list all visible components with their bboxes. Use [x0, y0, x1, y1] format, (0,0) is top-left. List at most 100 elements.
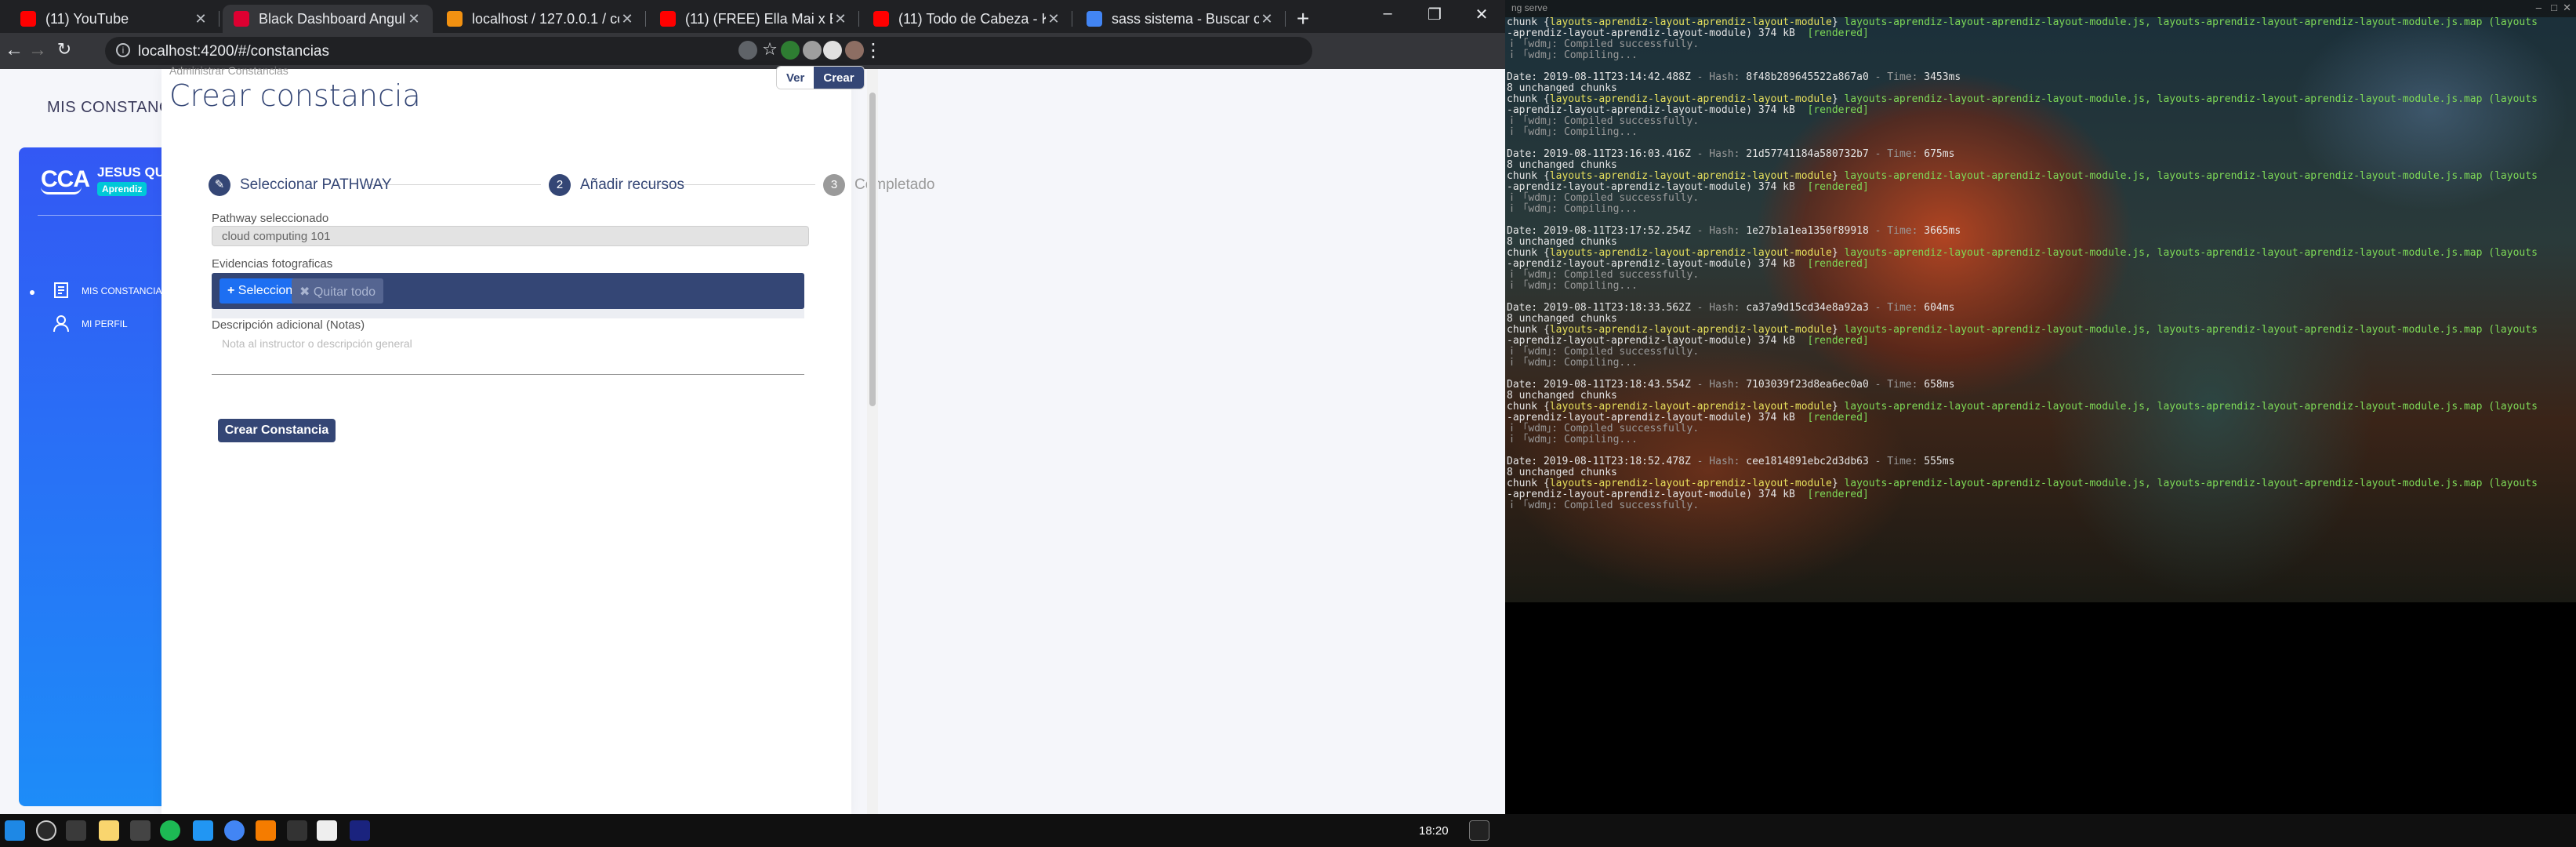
extension-icon[interactable]	[803, 41, 822, 60]
taskbar: 18:20	[0, 814, 2576, 847]
terminal-line: ｉ ｢wdm｣: Compiled successfully.	[1507, 346, 1700, 358]
page-scrollbar[interactable]	[867, 69, 878, 814]
clock[interactable]: 18:20	[1419, 824, 1449, 838]
google-icon	[1087, 11, 1102, 27]
close-tab-icon[interactable]: ✕	[833, 11, 848, 27]
tab-title: (11) Todo de Cabeza - Kaleth M	[898, 10, 1046, 27]
address-bar[interactable]: i localhost:4200/#/constancias	[105, 37, 1312, 65]
spotify-icon[interactable]	[160, 820, 180, 841]
terminal-output[interactable]: chunk {layouts-aprendiz-layout-aprendiz-…	[1507, 17, 2565, 511]
file-list	[212, 309, 804, 318]
terminal-line: Date: 2019-08-11T23:18:52.478Z - Hash: c…	[1507, 456, 1955, 467]
view-toggle: Ver Crear	[776, 66, 865, 89]
tab-title: localhost / 127.0.0.1 / cca_sc	[472, 10, 619, 27]
terminal-line: ｉ ｢wdm｣: Compiled successfully.	[1507, 192, 1700, 204]
terminal-line: chunk {layouts-aprendiz-layout-aprendiz-…	[1507, 401, 2538, 413]
restore-button[interactable]: ❐	[1411, 5, 1458, 24]
close-tab-icon[interactable]: ✕	[193, 11, 209, 27]
extension-icon[interactable]	[781, 41, 800, 60]
tab-2[interactable]: localhost / 127.0.0.1 / cca_sc✕	[436, 5, 646, 33]
step-anadir-recursos[interactable]: 2 Añadir recursos	[549, 174, 684, 196]
page-title: Crear constancia	[169, 78, 421, 113]
menu-kebab-icon[interactable]: ⋮	[862, 39, 884, 62]
ver-button[interactable]: Ver	[777, 67, 815, 89]
profile-avatar[interactable]	[845, 41, 864, 60]
back-button[interactable]: ←	[3, 39, 25, 61]
extension-icon[interactable]	[823, 41, 842, 60]
step-label: Añadir recursos	[580, 176, 685, 193]
terminal-line: Date: 2019-08-11T23:18:43.554Z - Hash: 7…	[1507, 379, 1955, 391]
scrollbar-thumb[interactable]	[869, 93, 876, 406]
notepad-icon[interactable]	[317, 820, 337, 841]
windows-start-icon[interactable]	[5, 820, 25, 841]
evidence-label: Evidencias fotograficas	[212, 257, 333, 271]
tab-1[interactable]: Black Dashboard Angular by Cr✕	[223, 5, 433, 33]
terminal-line: 8 unchanged chunks	[1507, 390, 1617, 402]
minimize-button[interactable]: –	[2536, 2, 2542, 13]
forward-button[interactable]: →	[27, 39, 49, 61]
terminal-window: ng serve – □ ✕ chunk {layouts-aprendiz-l…	[1505, 0, 2576, 602]
tab-separator	[645, 11, 646, 27]
close-tab-icon[interactable]: ✕	[406, 11, 422, 27]
terminal-titlebar: ng serve – □ ✕	[1505, 0, 2576, 17]
translate-icon[interactable]	[738, 41, 757, 60]
tab-4[interactable]: (11) Todo de Cabeza - Kaleth M✕	[862, 5, 1072, 33]
terminal-line: chunk {layouts-aprendiz-layout-aprendiz-…	[1507, 478, 2538, 489]
task-view-icon[interactable]	[66, 820, 86, 841]
terminal-line: 8 unchanged chunks	[1507, 159, 1617, 171]
terminal-line: ｉ ｢wdm｣: Compiled successfully.	[1507, 423, 1700, 434]
close-button[interactable]: ✕	[2563, 2, 2571, 14]
terminal-scrollbar[interactable]	[2565, 17, 2573, 602]
minimize-button[interactable]: –	[1364, 5, 1411, 23]
clear-all-button[interactable]: ✖ Quitar todo	[292, 278, 384, 304]
breadcrumb[interactable]: Administrar Constancias	[169, 64, 288, 77]
crear-button[interactable]: Crear	[814, 67, 864, 89]
plus-icon: +	[227, 284, 235, 297]
cca-logo: CCA	[41, 166, 90, 194]
terminal-line: 8 unchanged chunks	[1507, 82, 1617, 94]
close-tab-icon[interactable]: ✕	[1046, 11, 1061, 27]
step-seleccionar-pathway[interactable]: ✎ Seleccionar PATHWAY	[209, 174, 392, 196]
terminal-line: ｉ ｢wdm｣: Compiled successfully.	[1507, 115, 1700, 127]
terminal-icon[interactable]	[287, 820, 307, 841]
search-icon[interactable]	[36, 820, 56, 841]
tab-title: (11) YouTube	[45, 10, 129, 27]
tab-0[interactable]: (11) YouTube ✕	[9, 5, 220, 33]
terminal-line: -aprendiz-layout-aprendiz-layout-module)…	[1507, 489, 1869, 500]
bookmark-star-icon[interactable]: ☆	[759, 39, 781, 60]
terminal-line: -aprendiz-layout-aprendiz-layout-module)…	[1507, 27, 1869, 39]
store-icon[interactable]	[130, 820, 151, 841]
chrome-icon[interactable]	[224, 820, 245, 841]
browser-window: (11) YouTube✕Black Dashboard Angular by …	[0, 0, 1505, 814]
crear-constancia-button[interactable]: Crear Constancia	[218, 419, 336, 442]
terminal-line: -aprendiz-layout-aprendiz-layout-module)…	[1507, 258, 1869, 270]
close-tab-icon[interactable]: ✕	[619, 11, 635, 27]
tab-3[interactable]: (11) (FREE) Ella Mai x Bryson T✕	[649, 5, 859, 33]
notifications-icon[interactable]	[1469, 820, 1489, 841]
file-explorer-icon[interactable]	[99, 820, 119, 841]
terminal-line: chunk {layouts-aprendiz-layout-aprendiz-…	[1507, 324, 2538, 336]
url-text: localhost:4200/#/constancias	[138, 43, 329, 60]
xampp-icon[interactable]	[256, 820, 276, 841]
tab-title: sass sistema - Buscar con Goo	[1112, 10, 1259, 27]
vscode-icon[interactable]	[193, 820, 213, 841]
youtube-icon	[20, 11, 36, 27]
step-number: 3	[823, 174, 845, 196]
terminal-line: chunk {layouts-aprendiz-layout-aprendiz-…	[1507, 170, 2538, 182]
close-window-button[interactable]: ✕	[1458, 5, 1505, 24]
terminal-line: ｉ ｢wdm｣: Compiling...	[1507, 203, 1638, 215]
photoshop-icon[interactable]	[350, 820, 370, 841]
notes-textarea[interactable]: Nota al instructor o descripción general	[212, 337, 804, 375]
terminal-line: ｉ ｢wdm｣: Compiling...	[1507, 280, 1638, 292]
step-completado[interactable]: 3 Completado	[823, 174, 934, 196]
maximize-button[interactable]: □	[2551, 2, 2557, 13]
new-tab-button[interactable]: +	[1297, 6, 1309, 31]
terminal-line: ｉ ｢wdm｣: Compiling...	[1507, 49, 1638, 61]
tab-5[interactable]: sass sistema - Buscar con Goo✕	[1076, 5, 1286, 33]
close-tab-icon[interactable]: ✕	[1259, 11, 1275, 27]
reload-button[interactable]: ↻	[53, 39, 75, 60]
file-uploader: + Seleccionar ✖ Quitar todo	[212, 273, 804, 309]
